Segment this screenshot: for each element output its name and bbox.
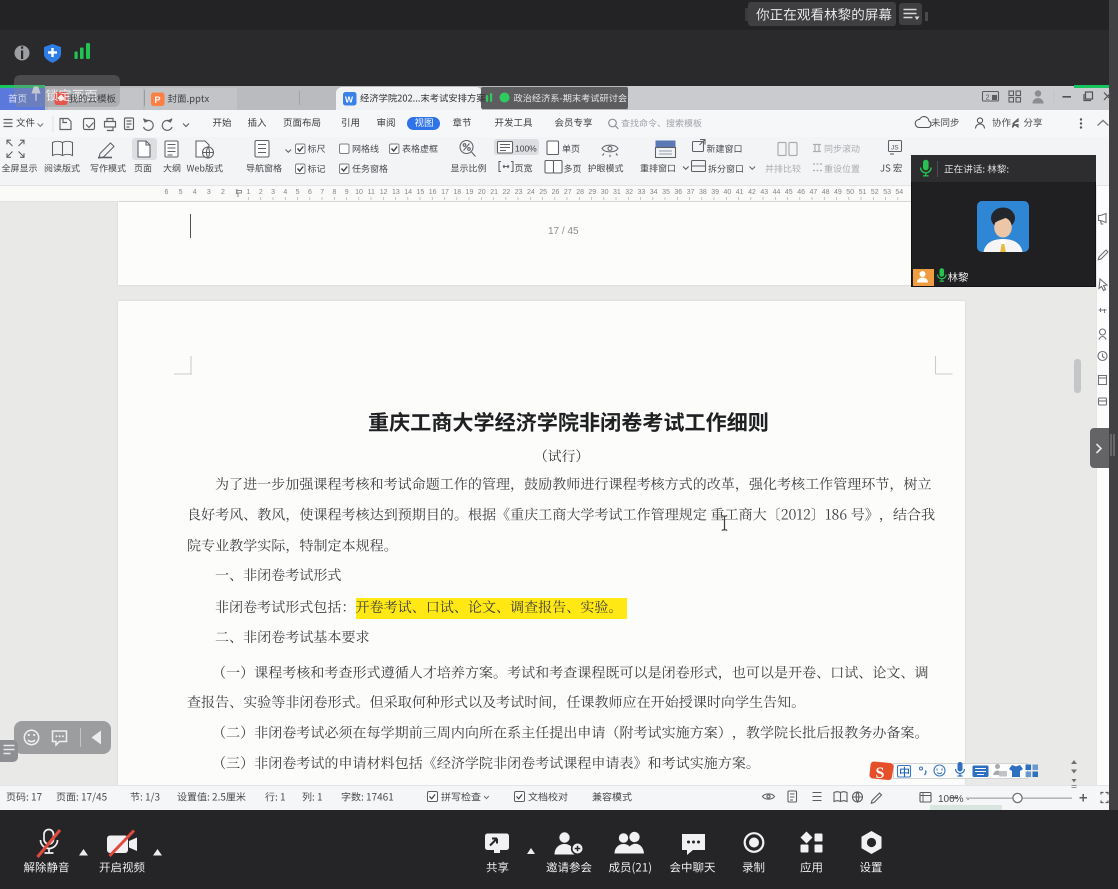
svg-text:100%: 100% xyxy=(515,144,537,154)
svg-text:W: W xyxy=(345,95,354,105)
svg-text:S: S xyxy=(876,765,885,782)
svg-text:2: 2 xyxy=(986,93,990,102)
svg-text:JS: JS xyxy=(891,145,899,152)
svg-text:P: P xyxy=(155,95,161,105)
